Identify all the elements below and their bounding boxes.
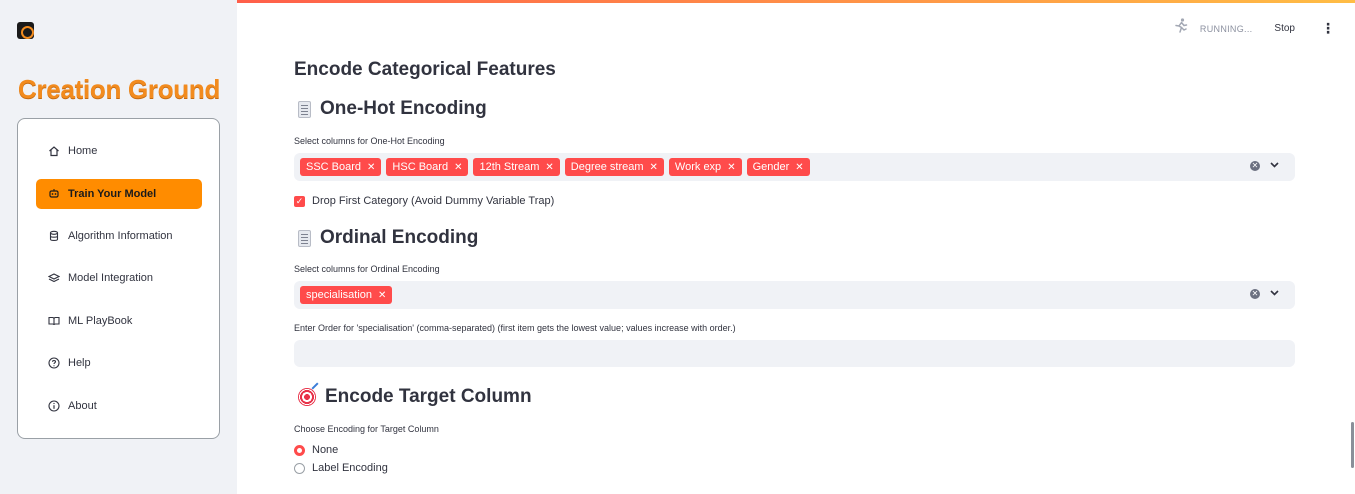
ordinal-multiselect[interactable]: specialisation ✕ ✕ <box>294 281 1295 309</box>
help-icon <box>42 357 66 369</box>
layers-icon <box>42 272 66 284</box>
radio-button[interactable] <box>294 462 305 474</box>
sidebar-item-help[interactable]: Help <box>36 348 202 378</box>
running-status-text: RUNNING... <box>1199 23 1253 34</box>
tag-label: SSC Board <box>306 161 362 173</box>
onehot-tag-list: SSC Board ✕ HSC Board ✕ 12th Stream ✕ Degre… <box>300 158 810 176</box>
brand-title: Creation Ground <box>18 74 221 104</box>
sidebar-item-ml-playbook[interactable]: ML PlayBook <box>36 306 202 336</box>
sidebar-item-label: Train Your Model <box>68 188 157 200</box>
selected-tag[interactable]: Degree stream ✕ <box>564 158 664 176</box>
sidebar-menu: Home Train Your Model Algorithm Informat… <box>17 118 220 439</box>
remove-tag-icon[interactable]: ✕ <box>378 290 386 301</box>
order-input-label: Enter Order for 'specialisation' (comma-… <box>294 323 736 333</box>
onehot-select-label: Select columns for One-Hot Encoding <box>294 136 445 146</box>
remove-tag-icon[interactable]: ✕ <box>545 162 553 173</box>
drop-first-checkbox-row[interactable]: ✓ Drop First Category (Avoid Dummy Varia… <box>294 195 554 207</box>
radio-option-label-encoding[interactable]: Label Encoding <box>294 462 388 474</box>
ordinal-tag-list: specialisation ✕ <box>300 286 393 304</box>
train-icon <box>42 188 66 200</box>
chevron-down-icon[interactable] <box>1270 288 1279 299</box>
radio-button[interactable] <box>294 444 305 456</box>
sidebar-item-about[interactable]: About <box>36 391 202 421</box>
drop-first-checkbox[interactable]: ✓ <box>294 195 305 207</box>
sidebar-item-model-integration[interactable]: Model Integration <box>36 263 202 293</box>
onehot-heading: One-Hot Encoding <box>298 98 487 120</box>
sidebar-item-label: Home <box>68 145 98 157</box>
tag-label: 12th Stream <box>479 161 540 173</box>
clear-all-icon[interactable]: ✕ <box>1250 288 1260 299</box>
sidebar-item-label: Model Integration <box>68 272 153 284</box>
selected-tag[interactable]: Work exp ✕ <box>668 158 742 176</box>
ordinal-heading: Ordinal Encoding <box>298 227 478 249</box>
sidebar: Creation Ground Home Train Your Model Al… <box>0 0 237 494</box>
tag-label: Gender <box>752 161 790 173</box>
target-heading: Encode Target Column <box>298 386 532 408</box>
page-title: Encode Categorical Features <box>294 59 556 80</box>
tag-label: Work exp <box>674 161 722 173</box>
clear-all-icon[interactable]: ✕ <box>1250 160 1260 171</box>
sidebar-item-label: Help <box>68 357 91 369</box>
onehot-heading-text: One-Hot Encoding <box>320 98 487 119</box>
sidebar-item-home[interactable]: Home <box>36 136 202 166</box>
onehot-multiselect[interactable]: SSC Board ✕ HSC Board ✕ 12th Stream ✕ Degre… <box>294 153 1295 181</box>
sidebar-item-algorithm-information[interactable]: Algorithm Information <box>36 221 202 251</box>
selected-tag[interactable]: SSC Board ✕ <box>300 158 382 176</box>
remove-tag-icon[interactable]: ✕ <box>795 162 803 173</box>
selected-tag[interactable]: HSC Board ✕ <box>386 158 469 176</box>
chevron-down-icon[interactable] <box>1270 160 1279 171</box>
app-logo-icon[interactable] <box>17 22 34 39</box>
info-icon <box>42 400 66 412</box>
main-menu-kebab-icon[interactable]: ⋮ <box>1321 20 1335 37</box>
database-icon <box>42 230 66 242</box>
ordinal-select-label: Select columns for Ordinal Encoding <box>294 264 440 274</box>
status-bar: RUNNING... Stop ⋮ <box>1174 18 1335 39</box>
main-content: RUNNING... Stop ⋮ Encode Categorical Fea… <box>237 0 1355 494</box>
selected-tag[interactable]: Gender ✕ <box>746 158 810 176</box>
target-choose-label: Choose Encoding for Target Column <box>294 424 439 434</box>
multiselect-controls: ✕ <box>1250 288 1279 299</box>
radio-label: Label Encoding <box>312 462 388 474</box>
radio-option-none[interactable]: None <box>294 444 338 456</box>
drop-first-label: Drop First Category (Avoid Dummy Variabl… <box>312 195 555 207</box>
target-icon <box>298 388 316 406</box>
remove-tag-icon[interactable]: ✕ <box>727 162 735 173</box>
target-heading-text: Encode Target Column <box>325 386 532 407</box>
scrollbar-thumb[interactable] <box>1351 422 1354 468</box>
sidebar-item-train-your-model[interactable]: Train Your Model <box>36 179 202 209</box>
sidebar-item-label: Algorithm Information <box>68 230 173 242</box>
remove-tag-icon[interactable]: ✕ <box>367 162 375 173</box>
stop-button[interactable]: Stop <box>1274 23 1295 34</box>
selected-tag[interactable]: specialisation ✕ <box>300 286 393 304</box>
ordinal-heading-text: Ordinal Encoding <box>320 227 479 248</box>
multiselect-controls: ✕ <box>1250 160 1279 171</box>
document-icon <box>298 100 311 118</box>
home-icon <box>42 145 66 157</box>
remove-tag-icon[interactable]: ✕ <box>454 162 462 173</box>
sidebar-item-label: About <box>68 400 97 412</box>
sidebar-item-label: ML PlayBook <box>68 315 133 327</box>
order-input[interactable] <box>294 340 1295 367</box>
tag-label: specialisation <box>306 289 373 301</box>
selected-tag[interactable]: 12th Stream ✕ <box>473 158 560 176</box>
tag-label: HSC Board <box>392 161 449 173</box>
book-icon <box>42 315 66 327</box>
document-icon <box>298 229 311 247</box>
running-man-icon <box>1174 18 1188 39</box>
radio-label: None <box>312 444 339 456</box>
tag-label: Degree stream <box>570 161 644 173</box>
remove-tag-icon[interactable]: ✕ <box>650 162 658 173</box>
